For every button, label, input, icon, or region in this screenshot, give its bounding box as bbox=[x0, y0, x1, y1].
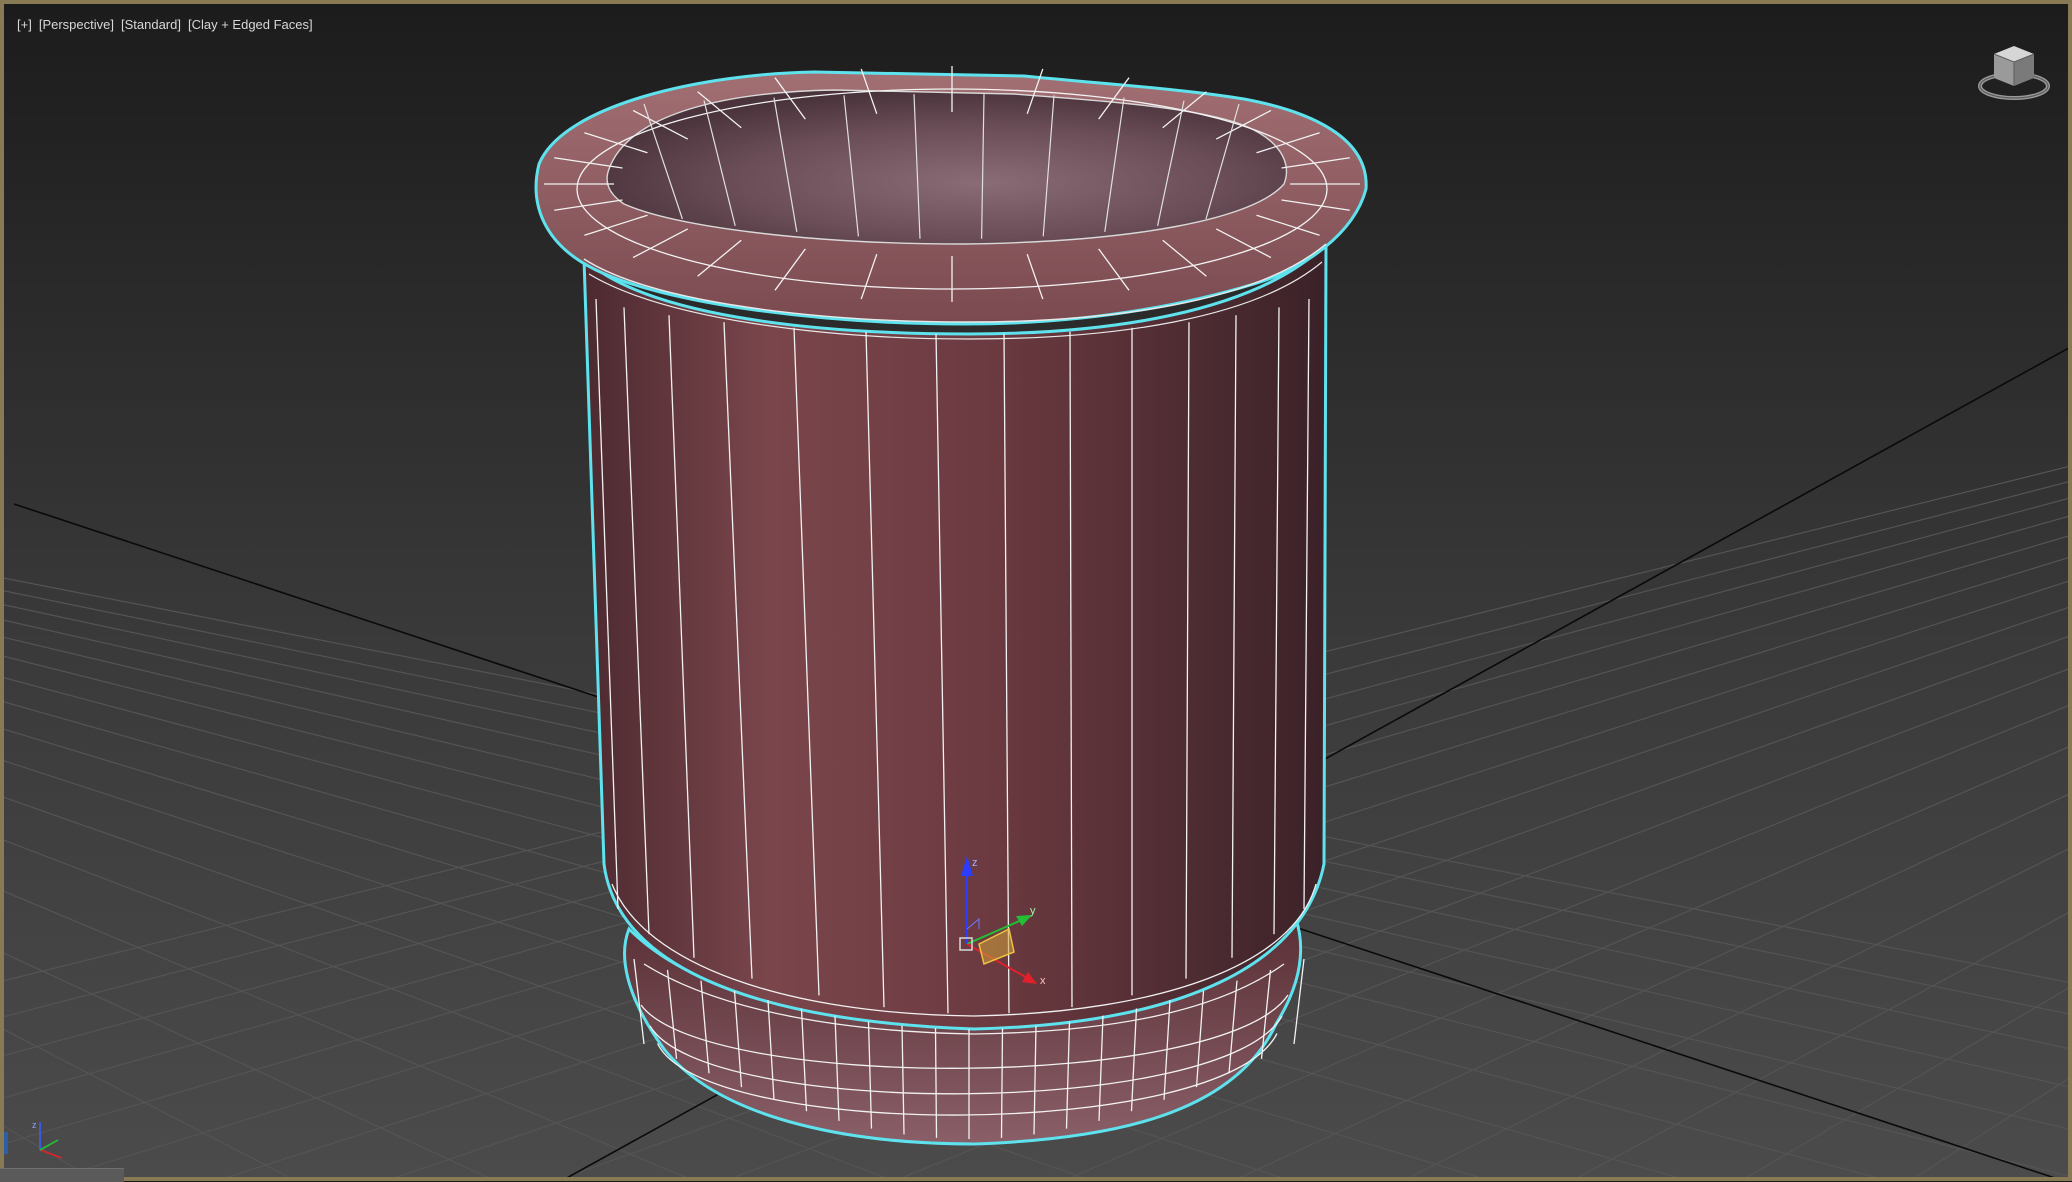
viewport-label-menu: [+] [Perspective] [Standard] [Clay + Edg… bbox=[16, 16, 314, 33]
status-bar-edge bbox=[0, 1168, 124, 1182]
viewport-point-of-view-menu[interactable]: [Perspective] bbox=[38, 16, 115, 33]
viewport-scene[interactable]: z y x bbox=[4, 4, 2072, 1181]
grid-line bbox=[1915, 1078, 2068, 1177]
grid-line bbox=[1239, 793, 2068, 1177]
perspective-viewport[interactable]: z y x [+] [Perspective] [Standard] [Clay… bbox=[0, 0, 2072, 1181]
pot-body[interactable] bbox=[582, 240, 1328, 1031]
selection-indicator bbox=[4, 1132, 8, 1154]
grid-line bbox=[1746, 987, 2068, 1177]
axis-tripod-icon: z bbox=[32, 1120, 63, 1159]
viewport-shading-preset-menu[interactable]: [Standard] bbox=[120, 16, 182, 33]
corner-axis-z-label: z bbox=[32, 1120, 37, 1130]
gizmo-z-label: z bbox=[972, 857, 978, 869]
grid-line bbox=[4, 1125, 92, 1177]
gizmo-x-label: x bbox=[1040, 975, 1046, 987]
viewport-visual-style-menu[interactable]: [Clay + Edged Faces] bbox=[187, 16, 314, 33]
viewcube-icon[interactable] bbox=[1974, 40, 2054, 106]
gizmo-y-label: y bbox=[1030, 905, 1036, 917]
grid-line bbox=[1408, 848, 2068, 1177]
pot-object[interactable] bbox=[534, 66, 1368, 1146]
grid-line bbox=[4, 952, 489, 1177]
viewport-general-menu[interactable]: [+] bbox=[16, 16, 33, 33]
